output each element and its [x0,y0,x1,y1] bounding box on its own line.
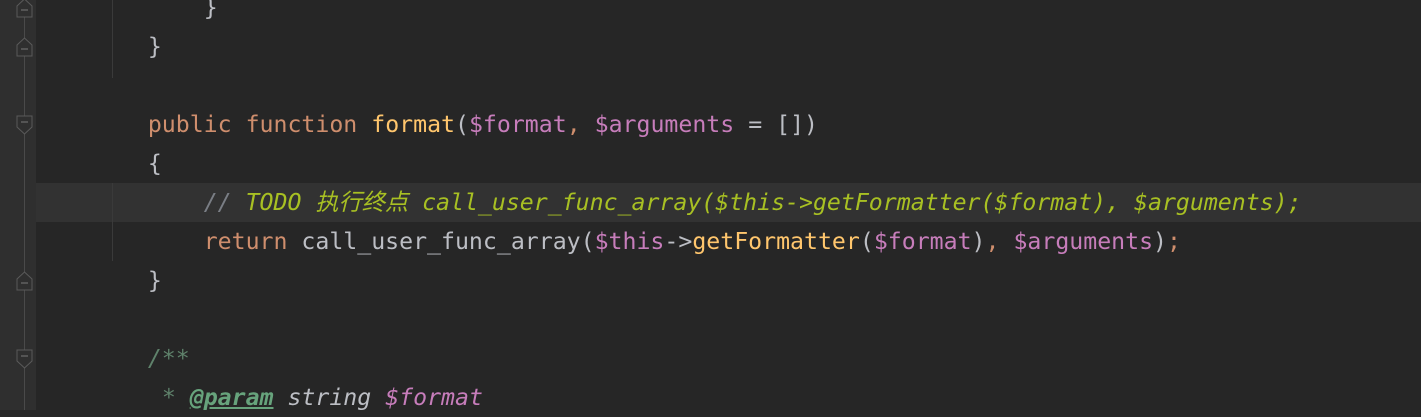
code-token: $this [594,228,665,255]
code-token: // [203,189,246,216]
code-editor[interactable]: } } public function format($format, $arg… [36,0,1421,411]
code-token: ( [859,228,874,255]
fold-end-icon[interactable] [16,36,34,58]
code-token: $format [468,111,567,138]
code-token: } [147,33,162,60]
code-line[interactable]: public function format($format, $argumen… [36,105,1421,144]
code-token: TODO 执行终点 call_user_func_array($this->ge… [245,189,1302,216]
code-token: , [566,111,595,138]
code-line[interactable]: } [36,0,1421,27]
code-token: function [245,111,358,138]
code-token: , [985,228,1014,255]
code-token: public [147,111,232,138]
code-line[interactable] [36,66,1421,105]
code-line[interactable]: { [36,144,1421,183]
code-token: $format [385,384,483,411]
code-token: -> [664,228,693,255]
code-token: } [203,0,218,21]
editor-gutter [0,0,36,410]
indent-guide [112,0,113,78]
code-token: } [147,267,162,294]
code-token: string [273,384,386,411]
code-line[interactable]: // TODO 执行终点 call_user_func_array($this-… [36,183,1421,222]
code-token: { [147,150,162,177]
fold-collapse-icon[interactable] [16,114,34,136]
fold-collapse-icon[interactable] [16,348,34,370]
code-token: * [161,384,190,411]
fold-end-icon[interactable] [16,0,34,19]
code-line[interactable] [36,300,1421,339]
code-token: ) [971,228,986,255]
fold-end-icon[interactable] [16,270,34,292]
code-token: /** [147,345,190,372]
code-token: ) [1153,228,1168,255]
code-token: ; [1167,228,1181,255]
code-line[interactable]: * @param string $format [36,378,1421,417]
code-token: ( [455,111,469,138]
code-token: format [371,111,455,138]
code-token: return [203,228,288,255]
code-token: call_user_func_array( [287,228,595,255]
code-token: $format [873,228,972,255]
code-token: = []) [734,111,818,138]
code-token: $arguments [1013,228,1154,255]
code-token: @param [189,384,274,411]
code-line[interactable]: /** [36,339,1421,378]
code-line[interactable]: } [36,261,1421,300]
indent-guide [112,183,113,261]
code-token: getFormatter [692,228,860,255]
code-line[interactable]: return call_user_func_array($this->getFo… [36,222,1421,261]
code-token: $arguments [594,111,735,138]
code-line[interactable]: } [36,27,1421,66]
